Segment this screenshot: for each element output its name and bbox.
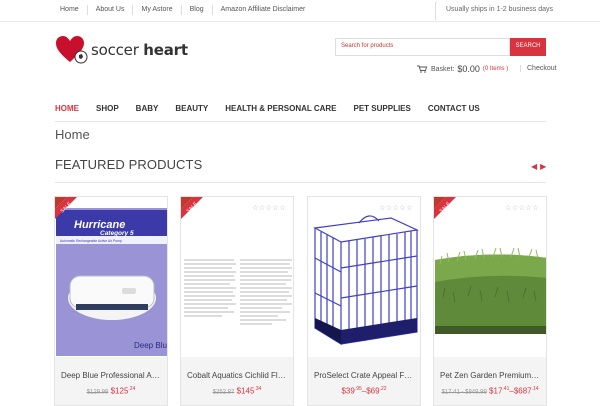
rating-stars: ☆☆☆☆☆: [505, 205, 539, 212]
product-card[interactable]: ☆☆☆☆☆ SALE Pet Zen Garden Premium S… $17…: [433, 196, 547, 406]
sale-ribbon: SALE: [181, 197, 203, 219]
logo-text-bold: heart: [143, 41, 188, 59]
price-new: $39: [341, 386, 355, 396]
nav-item-home[interactable]: HOME: [55, 104, 79, 113]
price-cents: .24: [128, 386, 136, 392]
price-range-high: $687: [513, 386, 532, 396]
carousel-arrows: ◀ ▶: [531, 162, 549, 171]
top-bar: Home About Us My Astore Blog Amazon Affi…: [0, 0, 600, 22]
product-title[interactable]: ProSelect Crate Appeal Fas…: [314, 371, 414, 380]
basket-amount: $0.00: [457, 64, 480, 74]
basket-summary[interactable]: Basket: $0.00 (0 Items ): [417, 64, 508, 74]
rating-stars: ☆☆☆☆☆: [379, 205, 413, 212]
price-old: $252.87: [212, 389, 235, 396]
product-title[interactable]: Pet Zen Garden Premium S…: [440, 371, 540, 380]
carousel-next-icon[interactable]: ▶: [540, 162, 546, 171]
main-nav: HOME SHOP BABY BEAUTY HEALTH & PERSONAL …: [55, 104, 497, 113]
nav-item-health[interactable]: HEALTH & PERSONAL CARE: [225, 104, 336, 113]
logo-text-light: soccer: [91, 41, 144, 59]
sale-ribbon: SALE: [55, 197, 77, 219]
product-image[interactable]: [309, 198, 420, 356]
price-old: $17.41 - $849.99: [441, 389, 487, 396]
image-brand-text: Deep Blue: [134, 341, 168, 350]
product-price: $39.95–$69.22: [308, 386, 420, 396]
search-button[interactable]: SEARCH: [510, 38, 546, 56]
product-price: $17.41 - $849.99 $17.41–$687.14: [434, 386, 546, 396]
product-price: $252.87 $145.34: [181, 386, 293, 396]
price-new: $145: [236, 386, 255, 396]
image-product-text: Automatic Rechargeable Active Air Pump: [60, 239, 122, 243]
price-range-high: $69: [366, 386, 380, 396]
top-link-about[interactable]: About Us: [96, 6, 125, 15]
cart-icon: [417, 65, 427, 73]
top-link-home[interactable]: Home: [60, 6, 79, 15]
logo-text: soccer heart: [91, 41, 188, 59]
price-cents: .95: [354, 386, 362, 392]
section-title: FEATURED PRODUCTS: [55, 157, 203, 172]
nav-item-pet-supplies[interactable]: PET SUPPLIES: [354, 104, 411, 113]
checkout-link[interactable]: Checkout: [520, 65, 557, 72]
product-info: [308, 357, 420, 405]
nav-item-baby[interactable]: BABY: [136, 104, 159, 113]
nav-item-beauty[interactable]: BEAUTY: [175, 104, 208, 113]
site-logo[interactable]: soccer heart: [55, 35, 188, 65]
price-old: $129.99: [86, 389, 109, 396]
divider: [211, 5, 213, 15]
shipping-note: Usually ships in 1-2 business days: [435, 2, 553, 20]
top-links: Home About Us My Astore Blog Amazon Affi…: [60, 5, 306, 15]
product-info: [55, 357, 167, 405]
basket-label: Basket:: [431, 65, 455, 73]
heart-ball-icon: [56, 36, 88, 64]
divider: [55, 121, 546, 122]
search-input[interactable]: Search for products: [335, 38, 510, 56]
divider: [180, 5, 182, 15]
product-price: $129.99 $125.24: [55, 386, 167, 396]
top-link-blog[interactable]: Blog: [190, 6, 204, 15]
price-range-cents: .22: [379, 386, 387, 392]
price-range-cents: .14: [531, 386, 539, 392]
product-card[interactable]: ☆☆☆☆☆ ProSelect Crate Appeal Fas… $39.95…: [307, 196, 421, 406]
basket-items: (0 Items ): [482, 66, 509, 72]
product-info: [181, 357, 293, 405]
product-card[interactable]: Deep Blue Hurricane Category 5 Automatic…: [54, 196, 168, 406]
divider: [132, 5, 134, 15]
top-link-disclaimer[interactable]: Amazon Affiliate Disclaimer: [221, 6, 306, 15]
price-new: $125: [110, 386, 129, 396]
product-info: [434, 357, 546, 405]
sale-ribbon: SALE: [434, 197, 456, 219]
divider: [86, 5, 88, 15]
product-title[interactable]: Deep Blue Professional AD…: [61, 371, 161, 380]
rating-stars: ☆☆☆☆☆: [252, 205, 286, 212]
divider: [55, 182, 546, 183]
nav-item-shop[interactable]: SHOP: [96, 104, 119, 113]
price-cents: .34: [254, 386, 262, 392]
price-new: $17: [489, 386, 503, 396]
product-card[interactable]: ☆☆☆☆☆ SALE Cobalt Aquatics Cichlid Fla… …: [180, 196, 294, 406]
carousel-prev-icon[interactable]: ◀: [531, 162, 537, 171]
product-title[interactable]: Cobalt Aquatics Cichlid Fla…: [187, 371, 287, 380]
image-product-text: Category 5: [100, 230, 134, 237]
top-link-astore[interactable]: My Astore: [141, 6, 172, 15]
nav-item-contact[interactable]: CONTACT US: [428, 104, 480, 113]
breadcrumb: Home: [55, 127, 90, 142]
